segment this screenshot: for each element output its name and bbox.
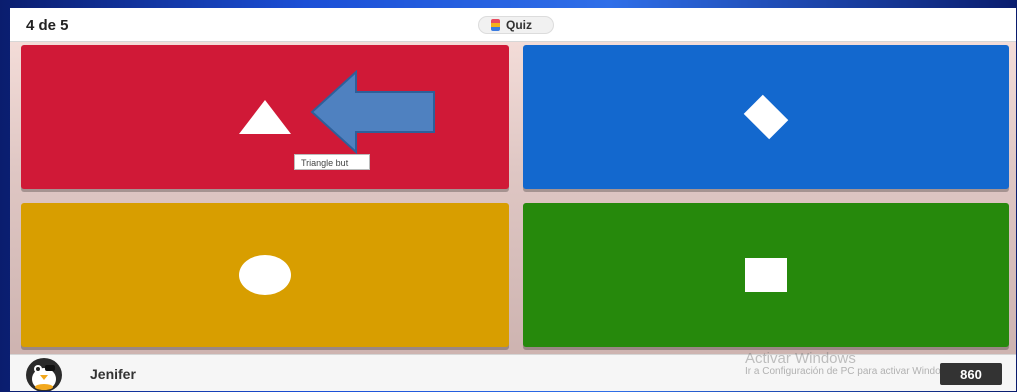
- answer-button-square[interactable]: [523, 203, 1009, 347]
- question-counter: 4 de 5: [26, 17, 69, 34]
- diamond-icon: [743, 94, 789, 140]
- pointer-arrow-icon: [310, 70, 435, 154]
- circle-icon: [239, 255, 291, 295]
- penguin-avatar: [26, 358, 62, 391]
- quiz-mode-badge: Quiz: [478, 16, 554, 34]
- top-bar: 4 de 5 Quiz: [10, 8, 1016, 42]
- quiz-mode-label: Quiz: [506, 18, 532, 32]
- answer-button-diamond[interactable]: [523, 45, 1009, 189]
- answer-button-circle[interactable]: [21, 203, 509, 347]
- player-name: Jenifer: [90, 366, 136, 382]
- quiz-icon: [491, 19, 500, 31]
- score-display: 860: [940, 363, 1002, 385]
- square-icon: [745, 258, 787, 292]
- tooltip: Triangle but: [294, 154, 370, 170]
- player-bar: Jenifer Activar Windows Ir a Configuraci…: [10, 350, 1016, 391]
- windows-watermark-title: Activar Windows: [745, 350, 856, 367]
- windows-watermark-subtitle: Ir a Configuración de PC para activar Wi…: [745, 366, 956, 377]
- triangle-icon: [239, 100, 291, 134]
- game-window: 4 de 5 Quiz Triangle but Jenifer Activar…: [10, 8, 1016, 391]
